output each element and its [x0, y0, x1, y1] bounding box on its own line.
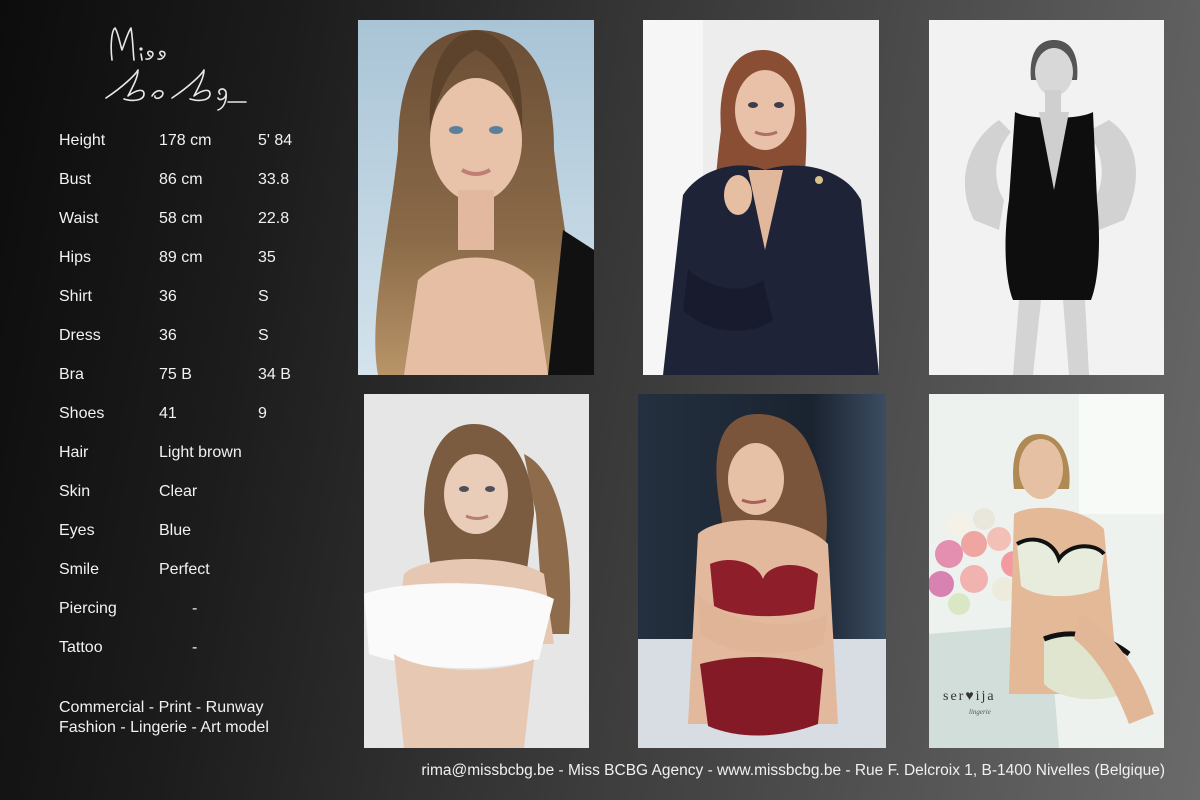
measurement-imperial: 9: [258, 405, 267, 422]
measurement-metric: 89 cm: [159, 249, 203, 266]
measurement-label: Bra: [59, 366, 84, 383]
measurement-metric: Light brown: [159, 444, 242, 461]
measurement-label: Skin: [59, 483, 91, 500]
measurement-imperial: 35: [258, 249, 276, 266]
measurement-label: Piercing: [59, 600, 117, 617]
measurements-table: Height 178 cm 5' 84 Bust 86 cm 33.8 Wais…: [59, 131, 349, 677]
measurement-label: Hips: [59, 249, 92, 266]
measurement-label: Shirt: [59, 288, 92, 305]
measurement-imperial: 22.8: [258, 210, 290, 227]
watermark-text: ser♥ija: [943, 689, 996, 704]
measurement-metric: Clear: [159, 483, 198, 500]
measurement-imperial: 34 B: [258, 366, 291, 383]
measurement-row: Hips 89 cm 35: [59, 248, 349, 287]
measurement-row: Waist 58 cm 22.8: [59, 209, 349, 248]
measurement-imperial: S: [258, 327, 269, 344]
measurement-imperial: S: [258, 288, 269, 305]
measurement-row: Skin Clear: [59, 482, 349, 521]
measurement-label: Shoes: [59, 405, 105, 422]
measurement-label: Dress: [59, 327, 101, 344]
photo-navy-blouse: [643, 20, 879, 375]
measurement-row: Smile Perfect: [59, 560, 349, 599]
measurement-row: Shoes 41 9: [59, 404, 349, 443]
model-categories: Commercial - Print - Runway Fashion - Li…: [59, 698, 269, 738]
measurement-label: Smile: [59, 561, 100, 578]
measurement-row: Tattoo -: [59, 638, 349, 677]
categories-line: Fashion - Lingerie - Art model: [59, 719, 269, 736]
categories-line: Commercial - Print - Runway: [59, 699, 264, 716]
measurement-imperial: 5' 84: [258, 132, 293, 149]
measurement-row: Eyes Blue: [59, 521, 349, 560]
measurement-label: Bust: [59, 171, 92, 188]
contact-footer: rima@missbcbg.be - Miss BCBG Agency - ww…: [421, 762, 1165, 779]
measurement-row: Shirt 36 S: [59, 287, 349, 326]
measurement-metric: 41: [159, 405, 177, 422]
measurement-value: -: [192, 600, 198, 617]
measurement-metric: 36: [159, 327, 177, 344]
measurement-metric: 86 cm: [159, 171, 203, 188]
measurement-label: Height: [59, 132, 106, 149]
photo-lingerie-roses: ser♥ija lingerie: [929, 394, 1164, 748]
photo-red-lingerie: [638, 394, 886, 748]
measurement-row: Bust 86 cm 33.8: [59, 170, 349, 209]
measurement-metric: Perfect: [159, 561, 210, 578]
measurement-row: Bra 75 B 34 B: [59, 365, 349, 404]
measurement-metric: Blue: [159, 522, 192, 539]
measurement-metric: 178 cm: [159, 132, 212, 149]
measurement-value: -: [192, 639, 198, 656]
measurement-row: Piercing -: [59, 599, 349, 638]
photo-black-dress: [929, 20, 1164, 375]
photo-headshot: [358, 20, 594, 375]
measurement-label: Eyes: [59, 522, 95, 539]
measurement-label: Hair: [59, 444, 89, 461]
brand-logo: [100, 20, 255, 112]
measurement-row: Dress 36 S: [59, 326, 349, 365]
measurement-metric: 75 B: [159, 366, 192, 383]
measurement-metric: 58 cm: [159, 210, 203, 227]
measurement-imperial: 33.8: [258, 171, 290, 188]
measurement-label: Waist: [59, 210, 99, 227]
measurement-label: Tattoo: [59, 639, 103, 656]
measurement-row: Height 178 cm 5' 84: [59, 131, 349, 170]
measurement-metric: 36: [159, 288, 177, 305]
watermark-subtext: lingerie: [969, 708, 991, 716]
measurement-row: Hair Light brown: [59, 443, 349, 482]
photo-white-top: [364, 394, 589, 748]
